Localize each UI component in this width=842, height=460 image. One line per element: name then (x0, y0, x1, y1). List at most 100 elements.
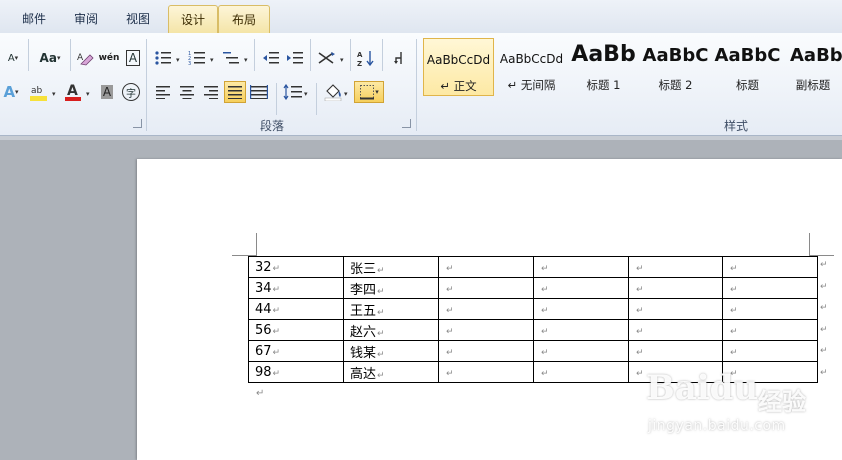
ribbon: A ▾ Aa ▾ A wén A A ▾ ab ▾ A ▾ A 字 ▾ 123 ▾ ▾… (0, 33, 842, 136)
text-effects-button[interactable]: A ▾ (0, 81, 22, 103)
show-formatting-marks-button[interactable] (388, 47, 410, 69)
chevron-down-icon[interactable]: ▾ (52, 90, 56, 98)
table-cell[interactable]: ↵ (438, 277, 534, 299)
justify-button[interactable] (224, 81, 246, 103)
paragraph-dialog-launcher[interactable] (402, 119, 411, 128)
table-cell[interactable]: ↵ (533, 319, 629, 341)
table-cell[interactable]: ↵ (438, 319, 534, 341)
table-cell[interactable]: ↵ (628, 256, 723, 278)
shading-button[interactable] (322, 81, 344, 103)
numbering-button[interactable]: 123 (186, 47, 208, 69)
char-border-button[interactable]: A (122, 47, 144, 69)
multilevel-list-button[interactable] (220, 47, 242, 69)
style-tile-heading-1[interactable]: AaBb 标题 1 (568, 38, 639, 96)
align-right-button[interactable] (200, 81, 222, 103)
align-center-button[interactable] (176, 81, 198, 103)
row-end-mark: ↵ (820, 260, 828, 270)
table-cell[interactable]: ↵ (722, 319, 818, 341)
table-cell[interactable]: ↵ (533, 256, 629, 278)
tab-layout[interactable]: 布局 (218, 5, 270, 34)
table-cell[interactable]: 李四↵ (343, 277, 439, 299)
table-cell[interactable]: ↵ (438, 298, 534, 320)
table-cell[interactable]: ↵ (628, 319, 723, 341)
table-cell[interactable]: ↵ (438, 340, 534, 362)
table-cell[interactable]: 56↵ (248, 319, 344, 341)
chevron-down-icon[interactable]: ▾ (210, 56, 214, 64)
shrink-font-button[interactable]: A ▾ (2, 47, 24, 69)
highlight-color-button[interactable]: ab (28, 81, 50, 103)
ribbon-tab-bar: 邮件 审阅 视图 设计 布局 (0, 0, 842, 34)
chinese-layout-button[interactable] (316, 47, 338, 69)
char-shading-button[interactable]: A (96, 81, 118, 103)
style-tile-heading-2[interactable]: AaBbC 标题 2 (640, 38, 711, 96)
cell-end-mark: ↵ (272, 368, 281, 379)
borders-button[interactable]: ▾ (354, 81, 384, 103)
font-dialog-launcher[interactable] (133, 119, 142, 128)
watermark-cn: 经验 (758, 388, 806, 416)
tab-review[interactable]: 审阅 (64, 5, 108, 33)
table-cell[interactable]: ↵ (533, 298, 629, 320)
baidu-jingyan-watermark: Baidu 经验 jingyan.baidu.com (640, 368, 840, 438)
table-cell[interactable]: 67↵ (248, 340, 344, 362)
table-cell[interactable]: ↵ (438, 361, 534, 383)
cell-end-mark: ↵ (636, 305, 644, 316)
table-cell[interactable]: ↵ (628, 277, 723, 299)
increase-indent-button[interactable] (284, 47, 306, 69)
table-cell[interactable]: 赵六↵ (343, 319, 439, 341)
style-tile-title[interactable]: AaBbC 标题 (712, 38, 783, 96)
table-cell[interactable]: 34↵ (248, 277, 344, 299)
cell-text: 67 (255, 343, 272, 359)
chevron-down-icon[interactable]: ▾ (244, 56, 248, 64)
tab-view[interactable]: 视图 (116, 5, 160, 33)
table-cell[interactable]: ↵ (722, 256, 818, 278)
tab-mailings[interactable]: 邮件 (12, 5, 56, 33)
phonetic-guide-button[interactable]: wén (98, 47, 120, 69)
chevron-down-icon[interactable]: ▾ (344, 90, 348, 98)
change-case-button[interactable]: Aa ▾ (36, 47, 64, 69)
enclose-char-icon: 字 (122, 83, 140, 101)
table-cell[interactable]: ↵ (533, 277, 629, 299)
cell-end-mark: ↵ (377, 370, 385, 381)
cell-end-mark: ↵ (446, 326, 454, 337)
cell-text: 高达 (350, 366, 377, 382)
table-cell[interactable]: ↵ (438, 256, 534, 278)
cell-end-mark: ↵ (272, 284, 281, 295)
cell-end-mark: ↵ (541, 368, 549, 379)
bullets-button[interactable] (152, 47, 174, 69)
table-cell[interactable]: ↵ (722, 298, 818, 320)
table-cell[interactable]: 张三↵ (343, 256, 439, 278)
sort-button[interactable]: AZ (356, 47, 378, 69)
line-spacing-button[interactable] (282, 81, 304, 103)
table-cell[interactable]: 高达↵ (343, 361, 439, 383)
table-cell[interactable]: ↵ (722, 277, 818, 299)
table-row: 56↵ 赵六↵ ↵ ↵ ↵ ↵ (248, 319, 818, 341)
font-color-button[interactable]: A (62, 81, 84, 103)
distributed-button[interactable] (248, 81, 270, 103)
table-cell[interactable]: 44↵ (248, 298, 344, 320)
chevron-down-icon[interactable]: ▾ (86, 90, 90, 98)
table-cell[interactable]: ↵ (533, 340, 629, 362)
table-cell[interactable]: ↵ (722, 340, 818, 362)
chevron-down-icon: ▾ (56, 54, 61, 62)
style-tile-subtitle[interactable]: AaBb 副标题 (784, 38, 842, 96)
decrease-indent-button[interactable] (260, 47, 282, 69)
table-cell[interactable]: ↵ (628, 298, 723, 320)
clear-formatting-button[interactable]: A (74, 47, 96, 69)
chevron-down-icon[interactable]: ▾ (176, 56, 180, 64)
chevron-down-icon[interactable]: ▾ (304, 90, 308, 98)
table-cell[interactable]: ↵ (533, 361, 629, 383)
table-cell[interactable]: 钱某↵ (343, 340, 439, 362)
tab-design[interactable]: 设计 (168, 5, 218, 34)
table-cell[interactable]: ↵ (628, 340, 723, 362)
table-cell[interactable]: 王五↵ (343, 298, 439, 320)
style-sample: AaBbC (642, 45, 709, 66)
align-left-button[interactable] (152, 81, 174, 103)
table-cell[interactable]: 32↵ (248, 256, 344, 278)
table-row: 34↵ 李四↵ ↵ ↵ ↵ ↵ (248, 277, 818, 299)
table-cell[interactable]: 98↵ (248, 361, 344, 383)
chevron-down-icon[interactable]: ▾ (340, 56, 344, 64)
style-tile-no-spacing[interactable]: AaBbCcDd ↵ 无间隔 (496, 38, 567, 96)
enclose-char-button[interactable]: 字 (120, 81, 142, 103)
style-tile-normal[interactable]: AaBbCcDd ↵ 正文 (423, 38, 494, 96)
cell-end-mark: ↵ (541, 305, 549, 316)
